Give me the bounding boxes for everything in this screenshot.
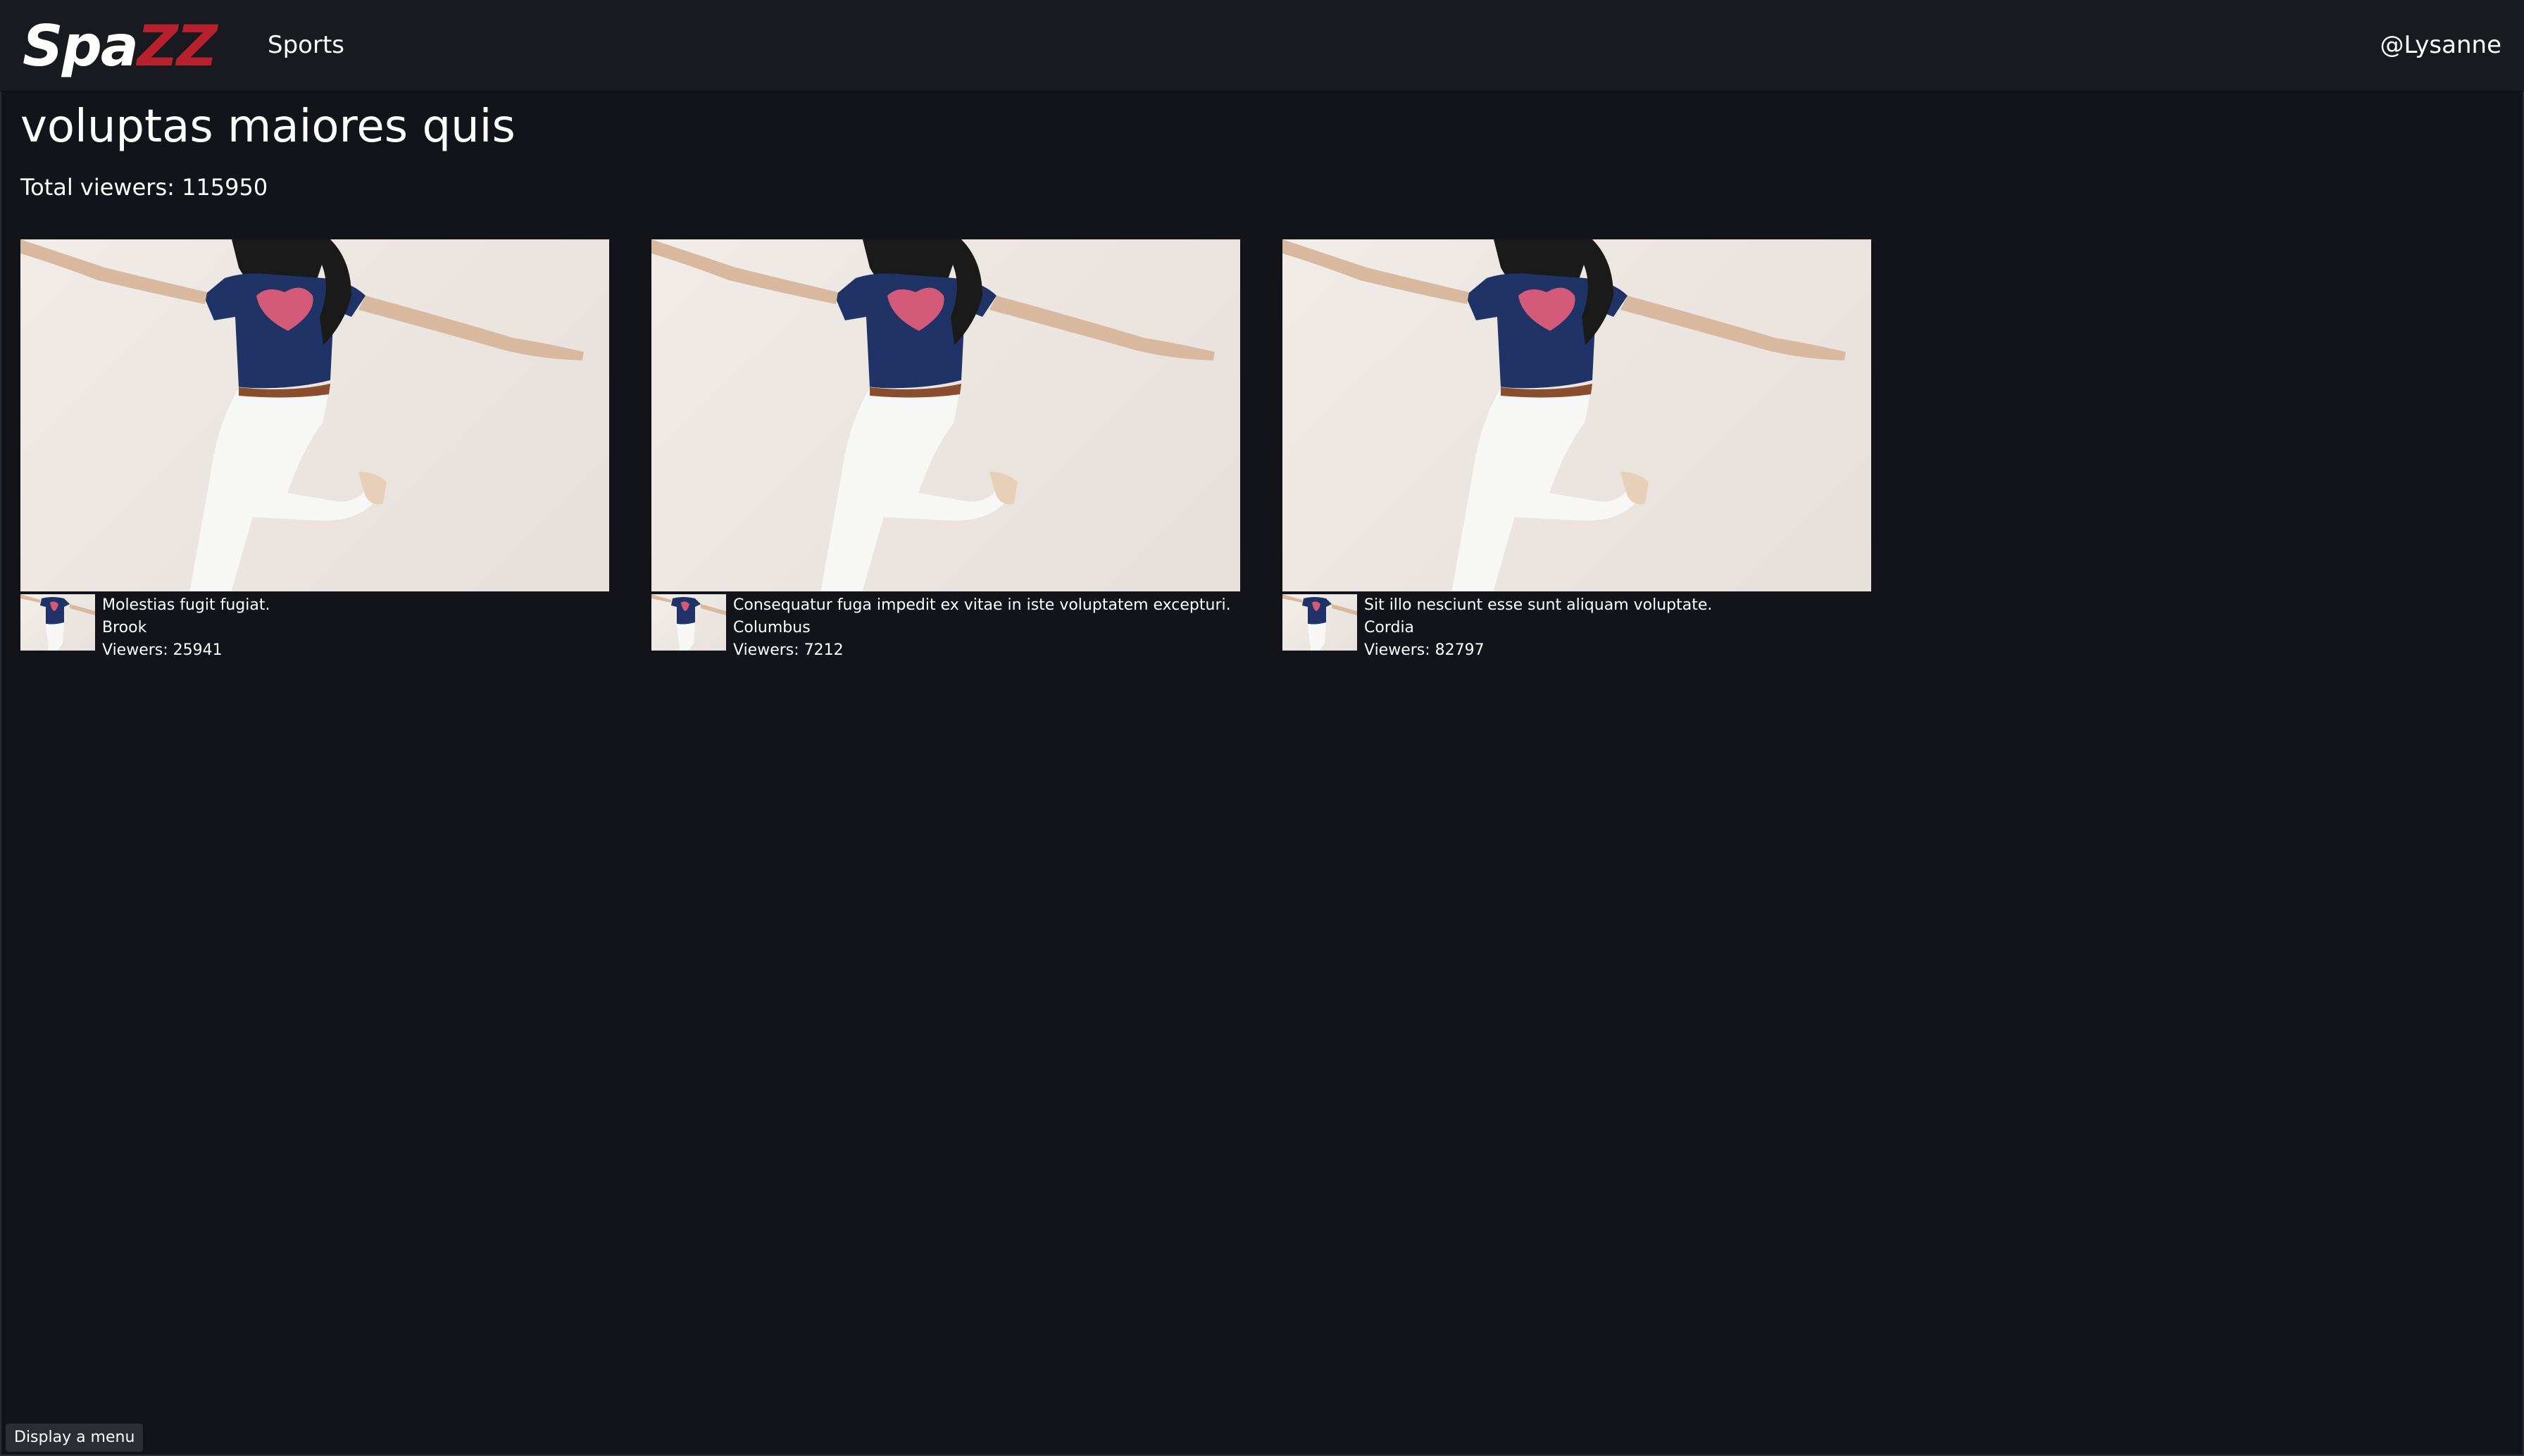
dancer-photo-icon	[1282, 239, 1846, 591]
stream-thumbnail[interactable]	[20, 239, 609, 591]
dancer-photo-icon	[651, 239, 1215, 591]
stream-title[interactable]: Molestias fugit fugiat.	[102, 594, 270, 617]
logo-text-part2: ZZ	[137, 13, 218, 79]
stream-meta: Consequatur fuga impedit ex vitae in ist…	[651, 594, 1240, 662]
streamer-name[interactable]: Columbus	[733, 617, 1231, 639]
stream-meta-text: Consequatur fuga impedit ex vitae in ist…	[726, 594, 1231, 662]
streamer-name[interactable]: Brook	[102, 617, 270, 639]
stream-thumbnail[interactable]	[1282, 239, 1871, 591]
stream-meta: Molestias fugit fugiat. Brook Viewers: 2…	[20, 594, 609, 662]
stream-card[interactable]: Molestias fugit fugiat. Brook Viewers: 2…	[20, 239, 609, 662]
stream-card[interactable]: Consequatur fuga impedit ex vitae in ist…	[651, 239, 1240, 662]
streamer-avatar[interactable]	[651, 594, 726, 651]
stream-title[interactable]: Consequatur fuga impedit ex vitae in ist…	[733, 594, 1231, 617]
stream-viewers: Viewers: 7212	[733, 639, 1231, 662]
stream-meta: Sit illo nesciunt esse sunt aliquam volu…	[1282, 594, 1871, 662]
page-title: voluptas maiores quis	[20, 101, 516, 153]
stream-viewers: Viewers: 82797	[1364, 639, 1712, 662]
total-viewers-value: 115950	[182, 174, 268, 201]
avatar-photo-icon	[1282, 594, 1357, 651]
stream-meta-text: Sit illo nesciunt esse sunt aliquam volu…	[1357, 594, 1712, 662]
streamer-avatar[interactable]	[20, 594, 95, 651]
user-profile-link[interactable]: @Lysanne	[2380, 28, 2501, 62]
total-viewers-label: Total viewers:	[20, 174, 175, 201]
streamer-name[interactable]: Cordia	[1364, 617, 1712, 639]
dancer-photo-icon	[20, 239, 584, 591]
stream-title[interactable]: Sit illo nesciunt esse sunt aliquam volu…	[1364, 594, 1712, 617]
top-navbar: Spa ZZ Sports @Lysanne	[0, 0, 2524, 92]
stream-meta-text: Molestias fugit fugiat. Brook Viewers: 2…	[95, 594, 270, 662]
viewers-count: 7212	[804, 641, 844, 659]
logo-text-part1: Spa	[23, 13, 139, 79]
stream-list: Molestias fugit fugiat. Brook Viewers: 2…	[20, 239, 1871, 662]
display-menu-button[interactable]: Display a menu	[6, 1424, 144, 1452]
total-viewers: Total viewers: 115950	[20, 172, 268, 203]
viewers-count: 82797	[1435, 641, 1485, 659]
viewers-label: Viewers:	[102, 641, 168, 659]
nav-link-sports[interactable]: Sports	[268, 28, 344, 62]
streamer-avatar[interactable]	[1282, 594, 1357, 651]
stream-card[interactable]: Sit illo nesciunt esse sunt aliquam volu…	[1282, 239, 1871, 662]
app-frame	[0, 0, 2524, 1456]
stream-viewers: Viewers: 25941	[102, 639, 270, 662]
avatar-photo-icon	[651, 594, 726, 651]
viewers-count: 25941	[173, 641, 223, 659]
viewers-label: Viewers:	[1364, 641, 1430, 659]
viewers-label: Viewers:	[733, 641, 799, 659]
spazz-logo[interactable]: Spa ZZ	[23, 13, 218, 79]
avatar-photo-icon	[20, 594, 95, 651]
stream-thumbnail[interactable]	[651, 239, 1240, 591]
